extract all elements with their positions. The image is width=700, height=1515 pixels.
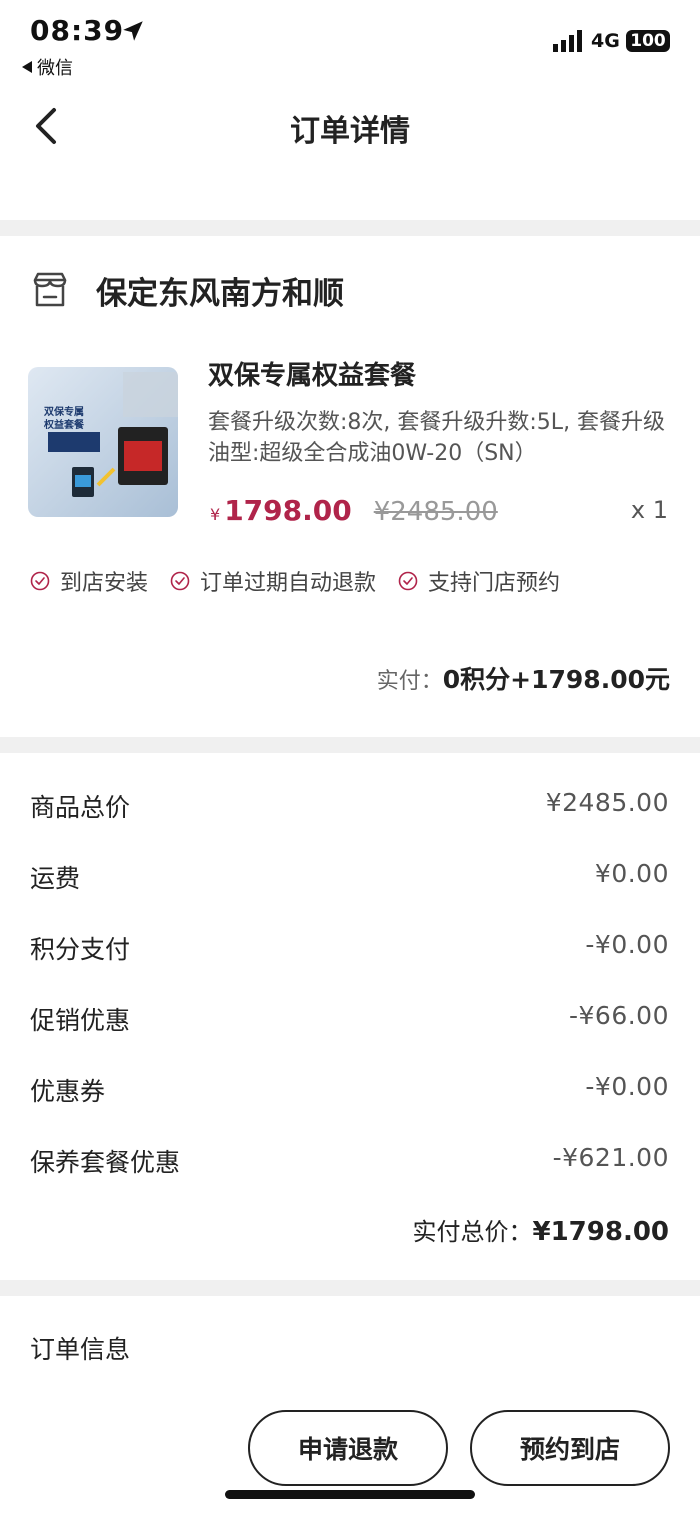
summary-row: 运费 ¥0.00 <box>0 839 700 910</box>
store-name: 保定东风南方和顺 <box>96 275 344 312</box>
summary-value: -¥66.00 <box>569 1001 669 1030</box>
quantity: x 1 <box>630 496 668 524</box>
paid-value: 0积分+1798.00元 <box>442 665 670 694</box>
nav-bar: 订单详情 <box>0 80 700 170</box>
tag-label: 支持门店预约 <box>428 571 561 596</box>
home-indicator[interactable] <box>225 1490 475 1499</box>
summary-label: 积分支付 <box>30 935 131 964</box>
back-triangle-icon <box>22 61 32 73</box>
signal-icon <box>553 30 582 52</box>
total-row: 实付总价： ¥1798.00 <box>412 1212 669 1247</box>
order-info-title: 订单信息 <box>30 1335 131 1364</box>
image-caption-1: 双保专属 <box>44 405 84 418</box>
summary-value: -¥621.00 <box>552 1143 669 1172</box>
price-summary: 商品总价 ¥2485.00 运费 ¥0.00 积分支付 -¥0.00 促销优惠 … <box>0 768 700 1194</box>
check-circle-icon <box>398 571 418 591</box>
tag-item: 到店安装 <box>30 565 148 597</box>
summary-value: ¥2485.00 <box>545 788 669 817</box>
summary-value: ¥0.00 <box>594 859 669 888</box>
summary-row: 优惠券 -¥0.00 <box>0 1052 700 1123</box>
product-title[interactable]: 双保专属权益套餐 <box>208 355 416 392</box>
summary-label: 优惠券 <box>30 1077 106 1106</box>
store-header[interactable]: 保定东风南方和顺 <box>30 265 344 315</box>
summary-row: 促销优惠 -¥66.00 <box>0 981 700 1052</box>
battery-icon: 100 <box>626 30 670 52</box>
summary-label: 促销优惠 <box>30 1006 131 1035</box>
price-currency: ¥ <box>210 505 221 524</box>
network-label: 4G <box>591 30 620 52</box>
status-bar: 08:39 微信 4G 100 <box>0 0 700 80</box>
summary-label: 保养套餐优惠 <box>30 1148 181 1177</box>
summary-row: 积分支付 -¥0.00 <box>0 910 700 981</box>
summary-value: -¥0.00 <box>585 930 669 959</box>
summary-row: 保养套餐优惠 -¥621.00 <box>0 1123 700 1194</box>
tag-label: 订单过期自动退款 <box>200 571 377 596</box>
back-to-app-link[interactable]: 微信 <box>22 54 73 80</box>
store-icon <box>33 272 67 307</box>
page-title: 订单详情 <box>290 114 410 149</box>
price-row: ¥ 1798.00 ¥2485.00 <box>210 494 498 527</box>
section-divider <box>0 737 700 753</box>
section-divider <box>0 220 700 236</box>
location-arrow-icon <box>123 21 143 41</box>
section-divider <box>0 1280 700 1296</box>
summary-row: 商品总价 ¥2485.00 <box>0 768 700 839</box>
tag-item: 订单过期自动退款 <box>170 565 376 597</box>
oil-package-image: 双保专属 权益套餐 <box>28 367 178 517</box>
check-circle-icon <box>30 571 50 591</box>
status-time: 08:39 <box>30 14 125 47</box>
check-circle-icon <box>170 571 190 591</box>
original-price: ¥2485.00 <box>373 497 498 527</box>
product-spec: 套餐升级次数:8次, 套餐升级升数:5L, 套餐升级油型:超级全合成油0W-20… <box>208 410 666 466</box>
summary-value: -¥0.00 <box>585 1072 669 1101</box>
apply-refund-button[interactable]: 申请退款 <box>248 1410 448 1486</box>
book-store-button[interactable]: 预约到店 <box>470 1410 670 1486</box>
total-value: ¥1798.00 <box>532 1217 669 1247</box>
summary-label: 运费 <box>30 864 81 893</box>
product-image[interactable]: 双保专属 权益套餐 <box>28 367 178 517</box>
total-label: 实付总价： <box>412 1218 533 1246</box>
back-app-label: 微信 <box>37 58 73 79</box>
image-caption-2: 权益套餐 <box>43 418 85 431</box>
paid-label: 实付： <box>376 669 443 694</box>
summary-label: 商品总价 <box>30 793 131 822</box>
service-tags: 到店安装 订单过期自动退款 支持门店预约 <box>30 565 582 597</box>
sale-price: 1798.00 <box>224 494 352 527</box>
tag-label: 到店安装 <box>60 571 149 596</box>
tag-item: 支持门店预约 <box>398 565 560 597</box>
paid-row: 实付： 0积分+1798.00元 <box>377 660 670 696</box>
